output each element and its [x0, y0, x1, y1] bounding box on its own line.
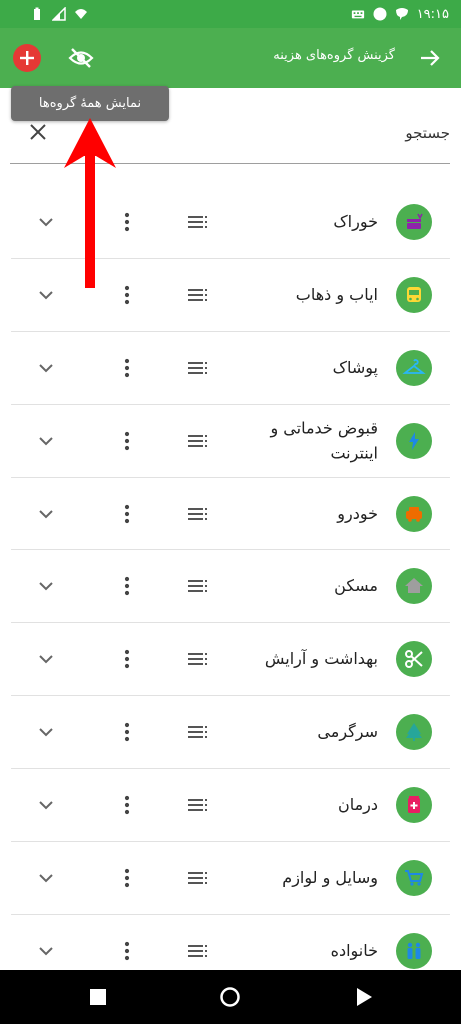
- lightning-icon: [396, 422, 432, 459]
- chevron-down-icon[interactable]: [37, 650, 55, 668]
- category-row[interactable]: خوراک: [11, 186, 450, 259]
- hanger-icon: [396, 349, 432, 386]
- navigation-bar: [0, 970, 461, 1024]
- show-all-groups-tooltip: نمایش همهٔ گروه‌ها: [11, 86, 169, 121]
- drag-handle-icon[interactable]: [187, 360, 211, 376]
- status-bar: ۱۹:۱۵: [0, 0, 461, 28]
- chevron-down-icon[interactable]: [37, 432, 55, 450]
- app-bar: گزینش گروه‌های هزینه: [0, 28, 461, 88]
- category-label: خودرو: [337, 503, 378, 523]
- family-icon: [396, 932, 432, 969]
- home-button[interactable]: [218, 985, 242, 1009]
- tree-icon: [396, 714, 432, 751]
- category-label: درمان: [337, 795, 378, 815]
- category-label: مسکن: [334, 576, 378, 596]
- recents-button[interactable]: [86, 985, 110, 1009]
- more-options-icon[interactable]: [123, 431, 131, 451]
- drag-handle-icon[interactable]: [187, 943, 211, 959]
- chevron-down-icon[interactable]: [37, 286, 55, 304]
- category-label: قبوض خدماتی و اینترنت: [270, 418, 378, 463]
- battery-icon: [34, 7, 40, 20]
- show-all-groups-button[interactable]: [66, 44, 96, 72]
- more-options-icon[interactable]: [123, 722, 131, 742]
- wifi-icon: [75, 9, 87, 19]
- category-row[interactable]: وسایل و لوازم: [11, 842, 450, 915]
- category-label: بهداشت و آرایش: [264, 649, 378, 669]
- category-label: وسایل و لوازم: [282, 868, 378, 888]
- plus-icon: [20, 51, 34, 65]
- drag-handle-icon[interactable]: [187, 724, 211, 740]
- eye-off-icon: [68, 48, 94, 68]
- scissors-icon: [396, 641, 432, 678]
- status-left: [30, 7, 88, 21]
- chevron-down-icon[interactable]: [37, 577, 55, 595]
- category-label: سرگرمی: [317, 722, 378, 742]
- triangle-back-icon: [357, 988, 372, 1006]
- category-label: خانواده: [330, 941, 378, 961]
- category-row[interactable]: ایاب و ذهاب: [11, 258, 450, 332]
- back-nav-button[interactable]: [352, 985, 376, 1009]
- category-row[interactable]: خودرو: [11, 477, 450, 551]
- circle-notification-icon: [373, 7, 387, 21]
- clear-search-button[interactable]: [26, 120, 50, 144]
- more-options-icon[interactable]: [123, 504, 131, 524]
- drag-handle-icon[interactable]: [187, 578, 211, 594]
- chevron-down-icon[interactable]: [37, 869, 55, 887]
- more-options-icon[interactable]: [123, 868, 131, 888]
- back-button[interactable]: [417, 44, 443, 72]
- signal-icon: [52, 7, 66, 21]
- category-label: پوشاک: [332, 357, 378, 377]
- page-title: گزینش گروه‌های هزینه: [273, 48, 395, 63]
- keyboard-icon: [351, 10, 364, 19]
- category-label: ایاب و ذهاب: [295, 285, 378, 305]
- category-row[interactable]: مسکن: [11, 550, 450, 624]
- car-icon: [396, 495, 432, 532]
- status-right: ۱۹:۱۵: [351, 7, 449, 22]
- category-label: خوراک: [333, 212, 378, 232]
- chevron-down-icon[interactable]: [37, 942, 55, 960]
- medicine-icon: [396, 787, 432, 824]
- category-row[interactable]: بهداشت و آرایش: [11, 623, 450, 697]
- drag-handle-icon[interactable]: [187, 870, 211, 886]
- food-icon: [396, 203, 432, 240]
- close-icon: [30, 124, 46, 140]
- category-row[interactable]: خانواده: [11, 914, 450, 970]
- bus-icon: [396, 276, 432, 313]
- more-options-icon[interactable]: [123, 576, 131, 596]
- more-options-icon[interactable]: [123, 795, 131, 815]
- chevron-down-icon[interactable]: [37, 359, 55, 377]
- more-options-icon[interactable]: [123, 649, 131, 669]
- chevron-down-icon[interactable]: [37, 213, 55, 231]
- drag-handle-icon[interactable]: [187, 214, 211, 230]
- drag-handle-icon[interactable]: [187, 797, 211, 813]
- status-time: ۱۹:۱۵: [416, 6, 449, 22]
- more-options-icon[interactable]: [123, 941, 131, 961]
- category-row[interactable]: پوشاک: [11, 331, 450, 405]
- more-options-icon[interactable]: [123, 212, 131, 232]
- category-row[interactable]: درمان: [11, 769, 450, 843]
- chevron-down-icon[interactable]: [37, 723, 55, 741]
- home-circle-icon: [220, 987, 240, 1007]
- cart-icon: [396, 859, 432, 896]
- category-row[interactable]: قبوض خدماتی و اینترنت: [11, 404, 450, 478]
- search-input[interactable]: جستجو: [405, 124, 450, 142]
- more-options-icon[interactable]: [123, 358, 131, 378]
- chat-icon: [395, 8, 408, 20]
- category-list: خوراک ایاب و ذهاب پوشاک قبوض خدماتی و اینتر…: [11, 186, 450, 970]
- add-button[interactable]: [13, 44, 41, 72]
- more-options-icon[interactable]: [123, 285, 131, 305]
- drag-handle-icon[interactable]: [187, 506, 211, 522]
- chevron-down-icon[interactable]: [37, 796, 55, 814]
- drag-handle-icon[interactable]: [187, 287, 211, 303]
- chevron-down-icon[interactable]: [37, 505, 55, 523]
- drag-handle-icon[interactable]: [187, 433, 211, 449]
- arrow-right-icon: [421, 50, 440, 66]
- square-icon: [90, 989, 106, 1005]
- home-icon: [396, 568, 432, 605]
- drag-handle-icon[interactable]: [187, 651, 211, 667]
- category-row[interactable]: سرگرمی: [11, 696, 450, 770]
